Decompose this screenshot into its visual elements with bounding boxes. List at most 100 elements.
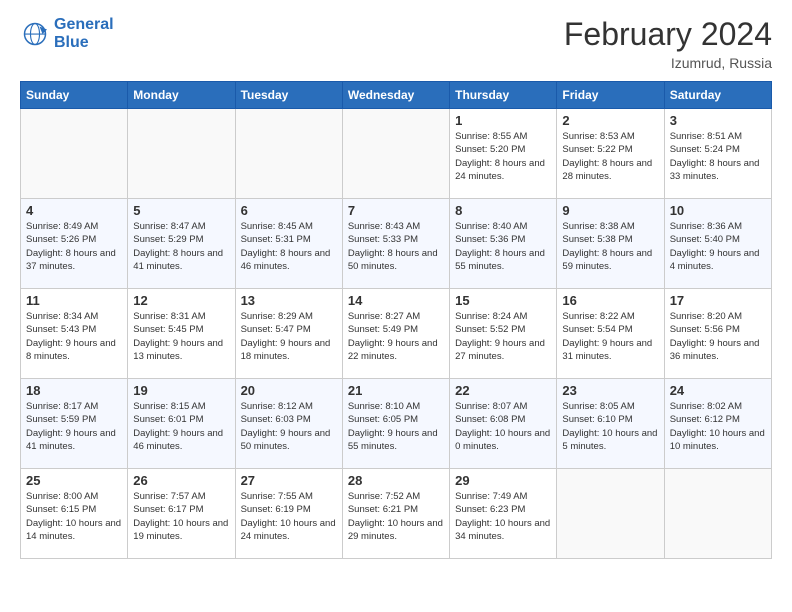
day-number: 4	[26, 203, 122, 218]
calendar-cell: 16 Sunrise: 8:22 AMSunset: 5:54 PMDayligh…	[557, 289, 664, 379]
day-number: 3	[670, 113, 766, 128]
day-info: Sunrise: 8:49 AMSunset: 5:26 PMDaylight:…	[26, 220, 122, 273]
calendar-cell: 2 Sunrise: 8:53 AMSunset: 5:22 PMDaylight…	[557, 109, 664, 199]
day-info: Sunrise: 8:12 AMSunset: 6:03 PMDaylight:…	[241, 400, 337, 453]
day-number: 14	[348, 293, 444, 308]
calendar-cell: 29 Sunrise: 7:49 AMSunset: 6:23 PMDayligh…	[450, 469, 557, 559]
day-header-tuesday: Tuesday	[235, 82, 342, 109]
calendar-cell: 10Sunrise: 8:36 AMSunset: 5:40 PMDayligh…	[664, 199, 771, 289]
calendar-cell: 20 Sunrise: 8:12 AMSunset: 6:03 PMDayligh…	[235, 379, 342, 469]
day-number: 11	[26, 293, 122, 308]
calendar-cell: 14 Sunrise: 8:27 AMSunset: 5:49 PMDayligh…	[342, 289, 449, 379]
day-info: Sunrise: 8:34 AMSunset: 5:43 PMDaylight:…	[26, 310, 122, 363]
calendar-cell	[664, 469, 771, 559]
calendar-cell: 1 Sunrise: 8:55 AMSunset: 5:20 PMDaylight…	[450, 109, 557, 199]
day-number: 18	[26, 383, 122, 398]
calendar-cell: 9 Sunrise: 8:38 AMSunset: 5:38 PMDaylight…	[557, 199, 664, 289]
day-number: 8	[455, 203, 551, 218]
day-info: Sunrise: 8:43 AMSunset: 5:33 PMDaylight:…	[348, 220, 444, 273]
day-info: Sunrise: 8:38 AMSunset: 5:38 PMDaylight:…	[562, 220, 658, 273]
day-info: Sunrise: 8:51 AMSunset: 5:24 PMDaylight:…	[670, 130, 766, 183]
day-number: 24	[670, 383, 766, 398]
week-row-3: 11 Sunrise: 8:34 AMSunset: 5:43 PMDayligh…	[21, 289, 772, 379]
day-number: 13	[241, 293, 337, 308]
day-header-sunday: Sunday	[21, 82, 128, 109]
day-number: 2	[562, 113, 658, 128]
generalblue-logo-icon	[20, 19, 50, 49]
day-number: 19	[133, 383, 229, 398]
day-info: Sunrise: 8:29 AMSunset: 5:47 PMDaylight:…	[241, 310, 337, 363]
day-number: 25	[26, 473, 122, 488]
day-number: 9	[562, 203, 658, 218]
calendar-cell: 27 Sunrise: 7:55 AMSunset: 6:19 PMDayligh…	[235, 469, 342, 559]
day-number: 22	[455, 383, 551, 398]
day-number: 15	[455, 293, 551, 308]
day-info: Sunrise: 8:00 AMSunset: 6:15 PMDaylight:…	[26, 490, 122, 543]
header: General Blue February 2024 Izumrud, Russ…	[20, 16, 772, 71]
calendar-table: SundayMondayTuesdayWednesdayThursdayFrid…	[20, 81, 772, 559]
logo-text: General Blue	[54, 16, 114, 51]
calendar-cell	[235, 109, 342, 199]
day-number: 16	[562, 293, 658, 308]
day-info: Sunrise: 7:49 AMSunset: 6:23 PMDaylight:…	[455, 490, 551, 543]
day-header-saturday: Saturday	[664, 82, 771, 109]
calendar-cell: 5Sunrise: 8:47 AMSunset: 5:29 PMDaylight…	[128, 199, 235, 289]
calendar-cell: 17Sunrise: 8:20 AMSunset: 5:56 PMDayligh…	[664, 289, 771, 379]
calendar-cell: 24 Sunrise: 8:02 AMSunset: 6:12 PMDayligh…	[664, 379, 771, 469]
calendar-cell	[128, 109, 235, 199]
calendar-cell: 18 Sunrise: 8:17 AMSunset: 5:59 PMDayligh…	[21, 379, 128, 469]
calendar-cell: 23Sunrise: 8:05 AMSunset: 6:10 PMDayligh…	[557, 379, 664, 469]
day-info: Sunrise: 8:55 AMSunset: 5:20 PMDaylight:…	[455, 130, 551, 183]
day-info: Sunrise: 8:40 AMSunset: 5:36 PMDaylight:…	[455, 220, 551, 273]
day-info: Sunrise: 8:45 AMSunset: 5:31 PMDaylight:…	[241, 220, 337, 273]
day-info: Sunrise: 8:07 AMSunset: 6:08 PMDaylight:…	[455, 400, 551, 453]
day-header-wednesday: Wednesday	[342, 82, 449, 109]
day-number: 17	[670, 293, 766, 308]
day-info: Sunrise: 8:53 AMSunset: 5:22 PMDaylight:…	[562, 130, 658, 183]
day-info: Sunrise: 8:27 AMSunset: 5:49 PMDaylight:…	[348, 310, 444, 363]
day-info: Sunrise: 8:10 AMSunset: 6:05 PMDaylight:…	[348, 400, 444, 453]
month-year: February 2024	[564, 16, 772, 53]
day-number: 26	[133, 473, 229, 488]
day-info: Sunrise: 8:17 AMSunset: 5:59 PMDaylight:…	[26, 400, 122, 453]
calendar-cell: 11 Sunrise: 8:34 AMSunset: 5:43 PMDayligh…	[21, 289, 128, 379]
day-info: Sunrise: 8:31 AMSunset: 5:45 PMDaylight:…	[133, 310, 229, 363]
calendar-cell	[342, 109, 449, 199]
day-info: Sunrise: 8:24 AMSunset: 5:52 PMDaylight:…	[455, 310, 551, 363]
day-number: 7	[348, 203, 444, 218]
calendar-cell: 26 Sunrise: 7:57 AMSunset: 6:17 PMDayligh…	[128, 469, 235, 559]
day-number: 29	[455, 473, 551, 488]
calendar-cell: 25 Sunrise: 8:00 AMSunset: 6:15 PMDayligh…	[21, 469, 128, 559]
week-row-2: 4 Sunrise: 8:49 AMSunset: 5:26 PMDaylight…	[21, 199, 772, 289]
day-info: Sunrise: 8:02 AMSunset: 6:12 PMDaylight:…	[670, 400, 766, 453]
calendar-cell	[21, 109, 128, 199]
day-info: Sunrise: 7:55 AMSunset: 6:19 PMDaylight:…	[241, 490, 337, 543]
calendar-cell: 7 Sunrise: 8:43 AMSunset: 5:33 PMDaylight…	[342, 199, 449, 289]
day-info: Sunrise: 7:52 AMSunset: 6:21 PMDaylight:…	[348, 490, 444, 543]
calendar-cell: 19Sunrise: 8:15 AMSunset: 6:01 PMDayligh…	[128, 379, 235, 469]
day-number: 27	[241, 473, 337, 488]
calendar-cell: 22 Sunrise: 8:07 AMSunset: 6:08 PMDayligh…	[450, 379, 557, 469]
day-header-friday: Friday	[557, 82, 664, 109]
calendar-cell: 21 Sunrise: 8:10 AMSunset: 6:05 PMDayligh…	[342, 379, 449, 469]
page: General Blue February 2024 Izumrud, Russ…	[0, 0, 792, 612]
day-header-monday: Monday	[128, 82, 235, 109]
day-number: 23	[562, 383, 658, 398]
calendar-cell: 8 Sunrise: 8:40 AMSunset: 5:36 PMDaylight…	[450, 199, 557, 289]
header-row: SundayMondayTuesdayWednesdayThursdayFrid…	[21, 82, 772, 109]
calendar-cell	[557, 469, 664, 559]
day-info: Sunrise: 8:22 AMSunset: 5:54 PMDaylight:…	[562, 310, 658, 363]
calendar-cell: 12Sunrise: 8:31 AMSunset: 5:45 PMDayligh…	[128, 289, 235, 379]
logo: General Blue	[20, 16, 114, 51]
day-number: 28	[348, 473, 444, 488]
day-number: 21	[348, 383, 444, 398]
week-row-4: 18 Sunrise: 8:17 AMSunset: 5:59 PMDayligh…	[21, 379, 772, 469]
week-row-5: 25 Sunrise: 8:00 AMSunset: 6:15 PMDayligh…	[21, 469, 772, 559]
day-number: 20	[241, 383, 337, 398]
week-row-1: 1 Sunrise: 8:55 AMSunset: 5:20 PMDaylight…	[21, 109, 772, 199]
day-header-thursday: Thursday	[450, 82, 557, 109]
day-number: 6	[241, 203, 337, 218]
day-number: 1	[455, 113, 551, 128]
day-info: Sunrise: 7:57 AMSunset: 6:17 PMDaylight:…	[133, 490, 229, 543]
location: Izumrud, Russia	[564, 55, 772, 71]
